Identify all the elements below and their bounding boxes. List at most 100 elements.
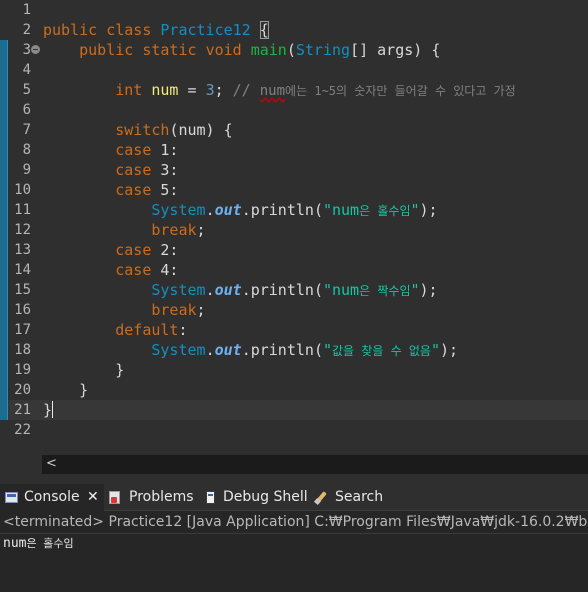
code-text: }: [43, 380, 88, 400]
punctuation: }: [43, 401, 53, 419]
code-line[interactable]: 2 public class Practice12 {: [0, 20, 588, 40]
punctuation: (: [313, 341, 323, 359]
static-field: out: [214, 201, 242, 219]
code-line[interactable]: 5 int num = 3; // num에는 1~5의 숫자만 들어갈 수 있…: [0, 80, 588, 100]
string-literal: ": [430, 341, 440, 359]
code-text: default:: [43, 320, 188, 340]
fold-collapse-icon[interactable]: [31, 45, 40, 54]
code-line[interactable]: 10 case 5:: [0, 180, 588, 200]
line-number: 9: [22, 162, 31, 178]
matching-bracket: {: [259, 21, 269, 39]
code-editor[interactable]: 1 2 public class Practice12 { 3 public s…: [0, 0, 588, 453]
code-line[interactable]: 19 }: [0, 360, 588, 380]
keyword: case: [115, 261, 152, 279]
code-line[interactable]: 22: [0, 420, 588, 440]
code-line[interactable]: 3 public static void main(String[] args)…: [0, 40, 588, 60]
comment: //: [232, 81, 260, 99]
method-call: println: [250, 341, 314, 359]
code-line[interactable]: 9 case 3:: [0, 160, 588, 180]
line-number: 19: [14, 362, 31, 378]
keyword: int: [115, 81, 143, 99]
horizontal-scrollbar[interactable]: <: [42, 455, 588, 474]
keyword: break: [151, 301, 197, 319]
keyword: case: [115, 181, 152, 199]
keyword: case: [115, 241, 152, 259]
keyword: switch: [115, 121, 170, 139]
code-line[interactable]: 12 break;: [0, 220, 588, 240]
keyword: public: [43, 21, 98, 39]
tab-debug-shell[interactable]: Debug Shell: [204, 484, 308, 511]
code-line[interactable]: 18 System.out.println("값을 찾을 수 없음");: [0, 340, 588, 360]
line-number: 21: [14, 402, 31, 418]
punctuation: ;: [196, 301, 206, 319]
method-call: println: [250, 281, 314, 299]
tab-problems-label: Problems: [129, 489, 194, 505]
tab-search-label: Search: [335, 489, 384, 505]
code-text: case 4:: [43, 260, 178, 280]
line-number: 18: [14, 342, 31, 358]
tab-console[interactable]: Console ✕: [0, 484, 104, 511]
code-line[interactable]: 15 System.out.println("num은 짝수임");: [0, 280, 588, 300]
debug-shell-icon: [204, 491, 217, 504]
close-icon[interactable]: ✕: [87, 484, 99, 511]
line-number: 17: [14, 322, 31, 338]
divider: [0, 533, 588, 534]
punctuation: }: [79, 381, 89, 399]
case-value: 5:: [151, 181, 179, 199]
console-output[interactable]: num은 홀수임: [3, 535, 74, 553]
keyword: case: [115, 141, 152, 159]
line-number: 15: [14, 282, 31, 298]
code-line[interactable]: 16 break;: [0, 300, 588, 320]
code-text: case 2:: [43, 240, 178, 260]
code-line[interactable]: 14 case 4:: [0, 260, 588, 280]
parameter: args: [377, 41, 414, 59]
bottom-panel: Console ✕ Problems Debug Shell Search <t…: [0, 484, 588, 592]
view-separator: [0, 474, 588, 484]
line-number: 14: [14, 262, 31, 278]
punctuation: ;: [214, 81, 233, 99]
punctuation: (: [313, 281, 323, 299]
keyword: case: [115, 161, 152, 179]
current-code-line[interactable]: 21 }: [0, 400, 588, 420]
code-text: int num = 3; // num에는 1~5의 숫자만 들어갈 수 있다고…: [43, 80, 516, 100]
code-text: System.out.println("num은 짝수임");: [43, 280, 437, 300]
comment: 에는 1~5의 숫자만 들어갈 수 있다고 가정: [285, 84, 516, 98]
code-line[interactable]: 20 }: [0, 380, 588, 400]
code-line[interactable]: 17 default:: [0, 320, 588, 340]
tab-problems[interactable]: Problems: [108, 484, 198, 511]
punctuation: .: [241, 281, 251, 299]
punctuation: );: [440, 341, 459, 359]
keyword: public: [79, 41, 134, 59]
string-literal: 은 짝수임: [359, 284, 411, 298]
code-line[interactable]: 7 switch(num) {: [0, 120, 588, 140]
keyword: default: [115, 321, 179, 339]
scroll-left-arrow-icon[interactable]: <: [46, 456, 57, 471]
code-text: }: [43, 360, 124, 380]
punctuation: ) {: [413, 41, 441, 59]
line-number: 6: [22, 102, 31, 118]
code-line[interactable]: 6: [0, 100, 588, 120]
code-line[interactable]: 11 System.out.println("num은 홀수임");: [0, 200, 588, 220]
code-line[interactable]: 13 case 2:: [0, 240, 588, 260]
code-text: switch(num) {: [43, 120, 232, 140]
text-caret: [52, 401, 54, 418]
line-number: 10: [14, 182, 31, 198]
code-text: case 5:: [43, 180, 178, 200]
code-text: public static void main(String[] args) {: [43, 40, 440, 60]
code-line[interactable]: 4: [0, 60, 588, 80]
panel-tab-bar: Console ✕ Problems Debug Shell Search: [0, 484, 588, 511]
tab-search[interactable]: Search: [313, 484, 388, 511]
line-number: 16: [14, 302, 31, 318]
code-line[interactable]: 1: [0, 0, 588, 20]
operator: =: [178, 81, 206, 99]
string-literal: "num: [322, 201, 360, 219]
punctuation: :: [178, 321, 188, 339]
code-text: System.out.println("num은 홀수임");: [43, 200, 437, 220]
code-text: public class Practice12 {: [43, 20, 269, 40]
code-text: case 3:: [43, 160, 178, 180]
code-line[interactable]: 8 case 1:: [0, 140, 588, 160]
punctuation: }: [115, 361, 125, 379]
class-name: System: [151, 201, 206, 219]
keyword: break: [151, 221, 197, 239]
problems-icon: [108, 491, 121, 504]
